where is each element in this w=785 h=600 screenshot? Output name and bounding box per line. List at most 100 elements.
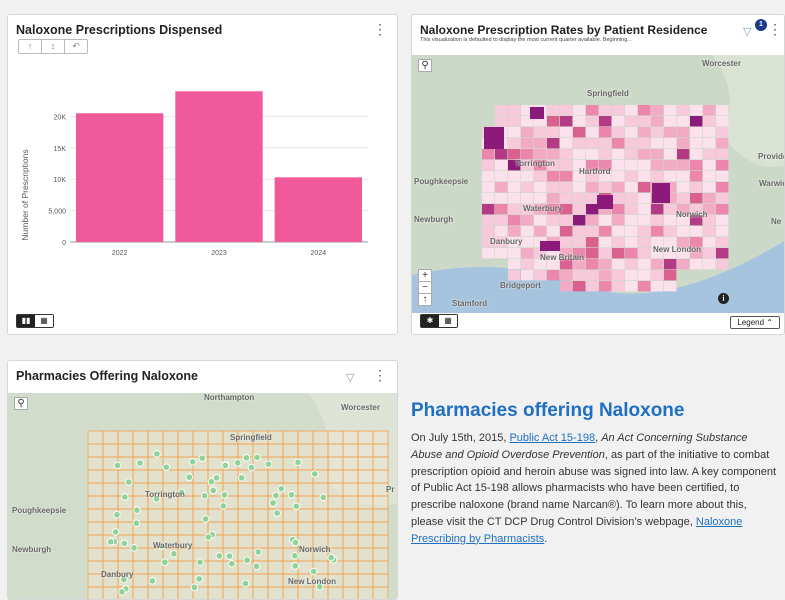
pharmacy-marker[interactable]: [237, 474, 246, 482]
pharmacy-marker[interactable]: [113, 461, 122, 470]
town-region[interactable]: [586, 270, 599, 281]
town-region[interactable]: [625, 248, 638, 259]
town-region[interactable]: [638, 226, 651, 237]
pharmacy-marker[interactable]: [200, 492, 209, 500]
town-region[interactable]: [703, 259, 716, 270]
town-region[interactable]: [612, 149, 625, 160]
pharmacy-marker[interactable]: [220, 491, 229, 499]
town-region[interactable]: [521, 215, 534, 226]
town-region[interactable]: [482, 226, 495, 237]
pharmacy-marker[interactable]: [292, 502, 301, 511]
town-region[interactable]: [612, 160, 625, 171]
town-region[interactable]: [664, 171, 677, 182]
town-region[interactable]: [521, 237, 534, 248]
town-region[interactable]: [482, 204, 495, 215]
town-region[interactable]: [703, 138, 716, 149]
town-region[interactable]: [625, 138, 638, 149]
town-region[interactable]: [677, 138, 690, 149]
pharmacy-marker[interactable]: [201, 515, 210, 523]
town-region[interactable]: [716, 182, 729, 193]
town-region[interactable]: [586, 149, 599, 160]
town-region[interactable]: [599, 105, 612, 116]
town-region[interactable]: [482, 193, 495, 204]
pharmacy-marker[interactable]: [243, 556, 251, 565]
pharmacy-marker[interactable]: [219, 502, 228, 510]
pharmacy-map[interactable]: Northampton Worcester Springfield Torrin…: [8, 393, 397, 599]
town-region[interactable]: [677, 160, 690, 171]
town-region[interactable]: [612, 138, 625, 149]
town-region[interactable]: [560, 160, 573, 171]
pharmacy-marker[interactable]: [170, 550, 178, 558]
town-region[interactable]: [716, 204, 729, 215]
town-region[interactable]: [573, 281, 586, 292]
town-region[interactable]: [547, 171, 560, 182]
pharmacy-marker[interactable]: [133, 506, 141, 514]
town-region[interactable]: [690, 259, 703, 270]
town-region[interactable]: [547, 193, 560, 204]
town-region[interactable]: [612, 171, 625, 182]
town-region[interactable]: [599, 270, 612, 281]
pharmacy-marker[interactable]: [153, 450, 161, 458]
town-region[interactable]: [560, 116, 573, 127]
town-region[interactable]: [521, 248, 534, 259]
pharmacy-marker[interactable]: [269, 499, 277, 507]
town-region[interactable]: [482, 182, 495, 193]
town-region[interactable]: [573, 204, 586, 215]
town-region[interactable]: [482, 171, 495, 182]
town-region[interactable]: [677, 116, 690, 127]
town-region[interactable]: [703, 171, 716, 182]
town-region[interactable]: [625, 281, 638, 292]
town-region[interactable]: [508, 182, 521, 193]
town-region[interactable]: [508, 138, 521, 149]
town-region[interactable]: [664, 138, 677, 149]
town-region[interactable]: [599, 259, 612, 270]
town-region[interactable]: [664, 127, 677, 138]
town-region[interactable]: [508, 171, 521, 182]
pharmacy-marker[interactable]: [204, 533, 213, 541]
town-region[interactable]: [573, 182, 586, 193]
town-region[interactable]: [599, 127, 612, 138]
town-region-high[interactable]: [530, 107, 544, 119]
town-region[interactable]: [716, 259, 729, 270]
town-region[interactable]: [586, 281, 599, 292]
town-region[interactable]: [690, 182, 703, 193]
town-region[interactable]: [560, 215, 573, 226]
town-region[interactable]: [638, 204, 651, 215]
town-region[interactable]: [664, 226, 677, 237]
pharmacy-marker[interactable]: [106, 538, 115, 546]
reset-north-icon[interactable]: ↑: [418, 293, 432, 306]
town-region[interactable]: [560, 127, 573, 138]
town-region[interactable]: [690, 226, 703, 237]
pharmacy-marker[interactable]: [111, 528, 120, 536]
chart-view-icon[interactable]: ▮▮: [17, 315, 35, 327]
town-region[interactable]: [677, 226, 690, 237]
town-region[interactable]: [625, 259, 638, 270]
town-region[interactable]: [612, 116, 625, 127]
town-region[interactable]: [534, 149, 547, 160]
town-region[interactable]: [651, 226, 664, 237]
town-region[interactable]: [716, 171, 729, 182]
pharmacy-marker[interactable]: [327, 553, 335, 562]
town-region[interactable]: [703, 182, 716, 193]
town-region[interactable]: [495, 171, 508, 182]
town-region[interactable]: [495, 182, 508, 193]
pharmacy-marker[interactable]: [113, 510, 121, 519]
town-region[interactable]: [573, 237, 586, 248]
town-region[interactable]: [521, 193, 534, 204]
town-region[interactable]: [690, 127, 703, 138]
pharmacy-marker[interactable]: [162, 463, 171, 472]
town-region[interactable]: [521, 138, 534, 149]
town-region[interactable]: [638, 105, 651, 116]
town-region[interactable]: [690, 149, 703, 160]
town-region[interactable]: [690, 160, 703, 171]
town-region[interactable]: [521, 182, 534, 193]
town-region[interactable]: [534, 127, 547, 138]
town-region[interactable]: [599, 149, 612, 160]
town-region[interactable]: [703, 193, 716, 204]
town-region[interactable]: [625, 182, 638, 193]
town-region[interactable]: [547, 226, 560, 237]
town-region[interactable]: [534, 193, 547, 204]
legend-button[interactable]: Legend ⌃: [730, 316, 780, 329]
search-map-icon[interactable]: ⚲: [418, 59, 432, 72]
pharmacy-marker[interactable]: [118, 588, 126, 596]
